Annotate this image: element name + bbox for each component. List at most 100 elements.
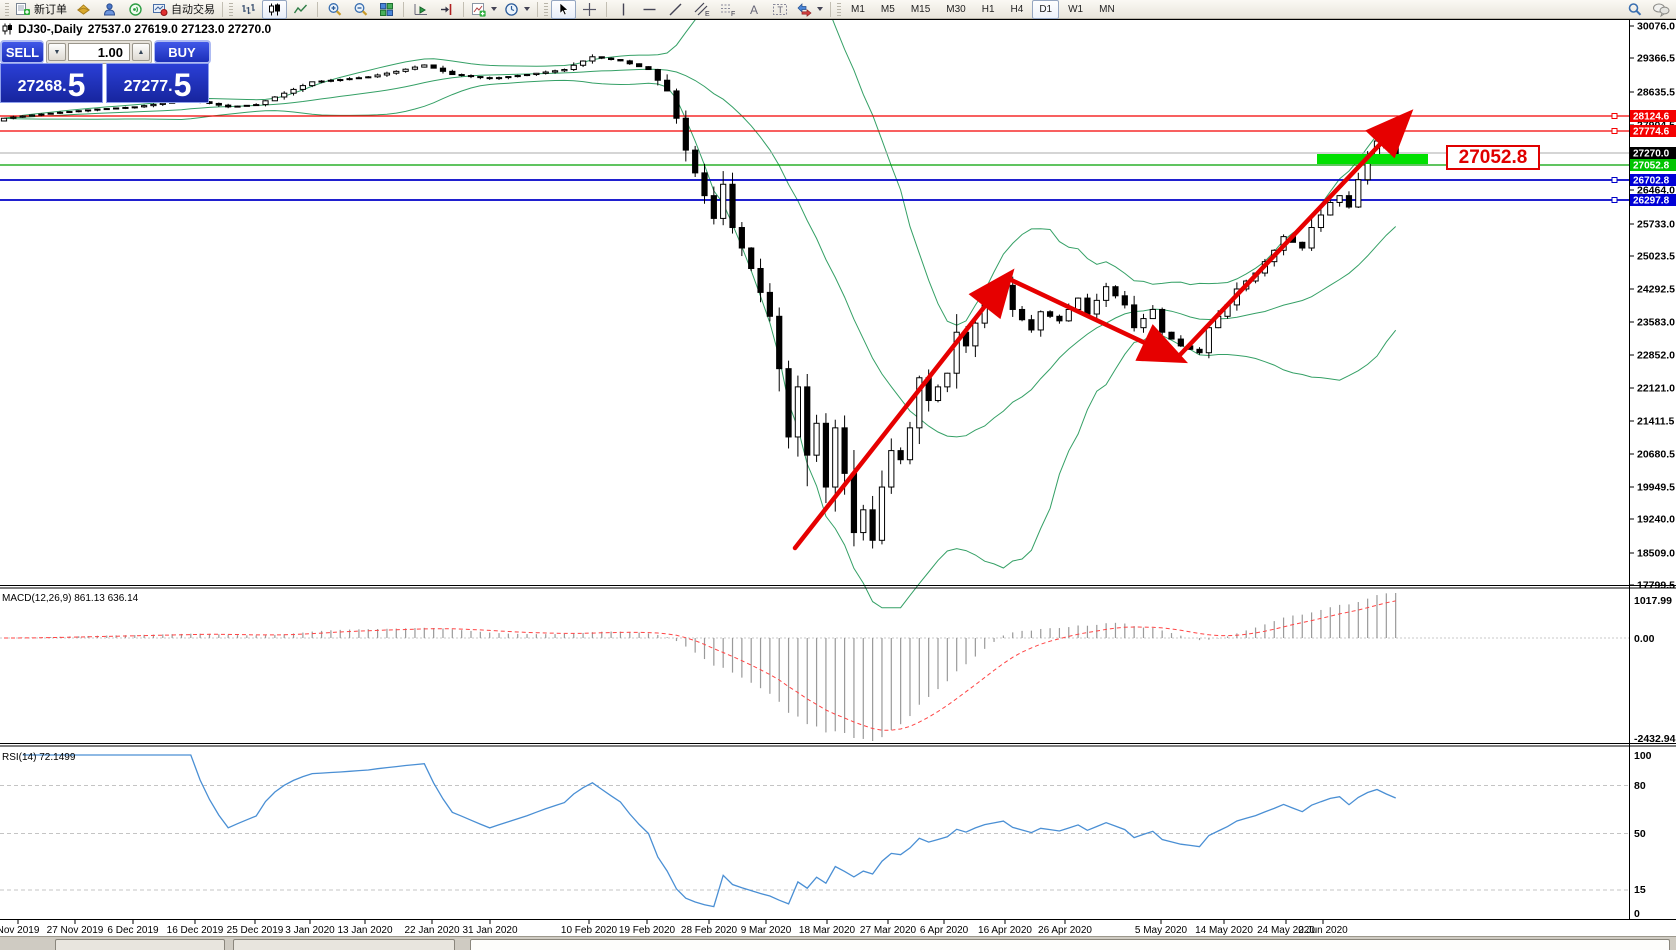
zoom-in-button[interactable]: [322, 0, 347, 19]
search-button[interactable]: [1622, 0, 1647, 19]
date-label: 10 Feb 2020: [561, 925, 618, 936]
candle: [328, 80, 333, 81]
signals-button[interactable]: [123, 0, 148, 19]
new-order-button[interactable]: 新订单: [12, 0, 70, 19]
level-line-handle[interactable]: [1612, 129, 1617, 134]
bollinger-upper-band: [4, 0, 1396, 325]
candlestick-chart-button[interactable]: [262, 0, 287, 19]
cursor-button[interactable]: [551, 0, 576, 19]
sell-price-main: 27268.: [18, 74, 67, 100]
trend-arrow[interactable]: [795, 278, 1007, 548]
auto-scroll-icon: [413, 2, 429, 17]
timeframe-m30[interactable]: M30: [939, 0, 972, 19]
timeframe-w1[interactable]: W1: [1061, 0, 1090, 19]
new-order-label: 新订单: [34, 1, 67, 17]
fibonacci-button[interactable]: F: [715, 0, 740, 19]
text-label-button[interactable]: T: [767, 0, 792, 19]
timeframe-mn[interactable]: MN: [1092, 0, 1122, 19]
timeframe-h4[interactable]: H4: [1004, 0, 1031, 19]
date-label: 31 Jan 2020: [462, 925, 517, 936]
price-badge-label: 26297.8: [1633, 196, 1670, 207]
market-watch-button[interactable]: [97, 0, 122, 19]
profiles-button[interactable]: [71, 0, 96, 19]
indicators-button[interactable]: [468, 0, 500, 19]
candle: [216, 103, 221, 105]
candle: [1309, 228, 1314, 248]
level-line-handle[interactable]: [1612, 178, 1617, 183]
chart-tab[interactable]: [233, 939, 455, 950]
candle: [300, 86, 305, 90]
channel-icon: E: [694, 2, 710, 17]
crosshair-button[interactable]: [577, 0, 602, 19]
candle: [814, 423, 819, 455]
price-tick-label: 21411.5: [1637, 416, 1675, 428]
cursor-icon: [557, 2, 570, 16]
horizontal-line-button[interactable]: [637, 0, 662, 19]
macd-label: MACD(12,26,9) 861.13 636.14: [2, 593, 139, 604]
toolbar-grip: [229, 3, 233, 16]
candle: [95, 109, 100, 110]
candle: [833, 428, 838, 487]
candle: [412, 67, 417, 69]
candle: [627, 61, 632, 64]
equidistant-channel-button[interactable]: E: [689, 0, 714, 19]
date-label: 26 Apr 2020: [1038, 925, 1092, 936]
chart-shift-icon: [439, 2, 455, 17]
date-label: 18 Mar 2020: [799, 925, 856, 936]
text-label-icon: T: [772, 2, 788, 17]
volume-increase-button[interactable]: ▲: [132, 43, 150, 61]
toolbar-separator: [403, 2, 404, 17]
candle: [777, 316, 782, 368]
volume-decrease-button[interactable]: ▼: [48, 43, 66, 61]
timeframe-h1[interactable]: H1: [975, 0, 1002, 19]
volume-input[interactable]: 1.00: [68, 43, 130, 61]
candle: [1113, 287, 1118, 296]
buy-button[interactable]: BUY: [154, 40, 211, 64]
candle: [1019, 309, 1024, 319]
vertical-line-button[interactable]: [611, 0, 636, 19]
crosshair-icon: [582, 2, 597, 17]
level-line-handle[interactable]: [1612, 198, 1617, 203]
sell-price-display[interactable]: 27268. 5: [0, 63, 103, 103]
timeframe-m1[interactable]: M1: [844, 0, 872, 19]
macd-axis-label: -2432.94: [1634, 733, 1676, 745]
level-line-handle[interactable]: [1612, 114, 1617, 119]
text-tool-button[interactable]: A: [741, 0, 766, 19]
shapes-button[interactable]: [793, 0, 826, 19]
candle: [1085, 298, 1090, 314]
candle: [907, 428, 912, 460]
fibonacci-icon: F: [720, 2, 736, 17]
candle: [1094, 300, 1099, 314]
chat-button[interactable]: [1648, 0, 1673, 19]
timeframe-d1[interactable]: D1: [1032, 0, 1059, 19]
auto-scroll-button[interactable]: [408, 0, 433, 19]
candle: [739, 228, 744, 248]
candle: [403, 69, 408, 71]
candle: [1206, 328, 1211, 353]
periods-button[interactable]: [501, 0, 533, 19]
highlight-band[interactable]: [1317, 154, 1428, 164]
candle: [496, 78, 501, 79]
sell-button[interactable]: SELL: [0, 40, 44, 64]
line-chart-button[interactable]: [288, 0, 313, 19]
chart-tab-active[interactable]: [470, 939, 1670, 950]
buy-price-display[interactable]: 27277. 5: [106, 63, 209, 103]
bar-chart-button[interactable]: [236, 0, 261, 19]
bollinger-middle-band: [4, 69, 1396, 437]
chart-shift-button[interactable]: [434, 0, 459, 19]
symbol-period-label: DJ30-,Daily: [18, 22, 83, 36]
zoom-out-button[interactable]: [348, 0, 373, 19]
trendline-button[interactable]: [663, 0, 688, 19]
tile-windows-button[interactable]: [374, 0, 399, 19]
chart-tab[interactable]: [55, 939, 225, 950]
timeframe-m15[interactable]: M15: [904, 0, 937, 19]
trend-arrow[interactable]: [1177, 118, 1405, 358]
price-badge-label: 27052.8: [1633, 161, 1670, 172]
chart-canvas[interactable]: 30076.029366.528635.527904.526464.025733…: [0, 0, 1676, 950]
candle: [132, 107, 137, 108]
timeframe-m5[interactable]: M5: [874, 0, 902, 19]
autotrade-button[interactable]: 自动交易: [149, 0, 218, 19]
candle: [543, 72, 548, 73]
price-annotation-label[interactable]: 27052.8: [1446, 145, 1540, 170]
buy-price-big-digit: 5: [174, 70, 192, 100]
